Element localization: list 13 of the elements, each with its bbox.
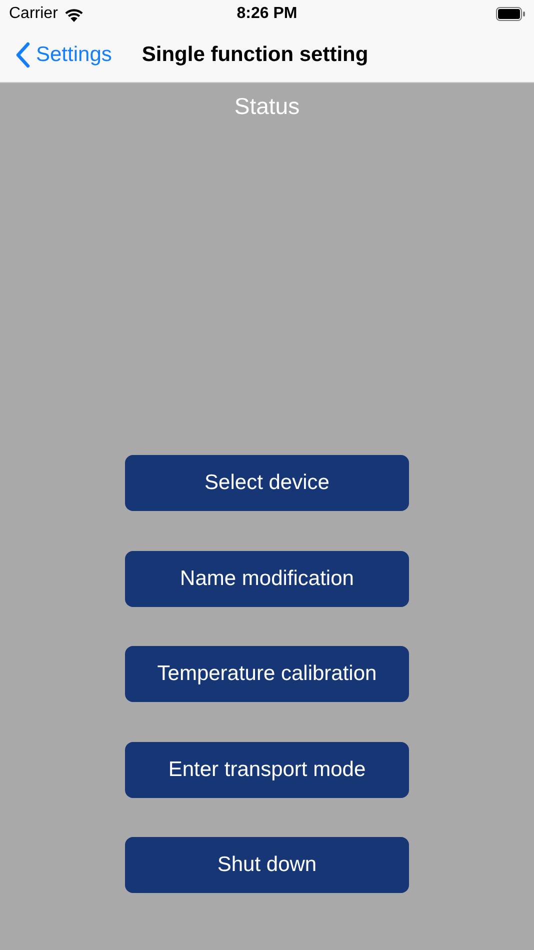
page-title: Single function setting bbox=[142, 43, 368, 67]
action-button[interactable]: Temperature calibration bbox=[125, 646, 409, 702]
carrier-label: Carrier bbox=[9, 5, 58, 23]
back-chevron-icon bbox=[16, 42, 30, 68]
status-label: Status bbox=[234, 92, 300, 120]
action-button[interactable]: Shut down bbox=[125, 837, 409, 893]
action-button[interactable]: Name modification bbox=[125, 550, 409, 606]
wifi-icon bbox=[64, 6, 84, 22]
action-button[interactable]: Select device bbox=[125, 455, 409, 511]
back-button[interactable]: Settings bbox=[16, 42, 112, 68]
battery-icon bbox=[496, 7, 526, 21]
action-button[interactable]: Enter transport mode bbox=[125, 742, 409, 798]
clock-time: 8:26 PM bbox=[236, 5, 298, 22]
